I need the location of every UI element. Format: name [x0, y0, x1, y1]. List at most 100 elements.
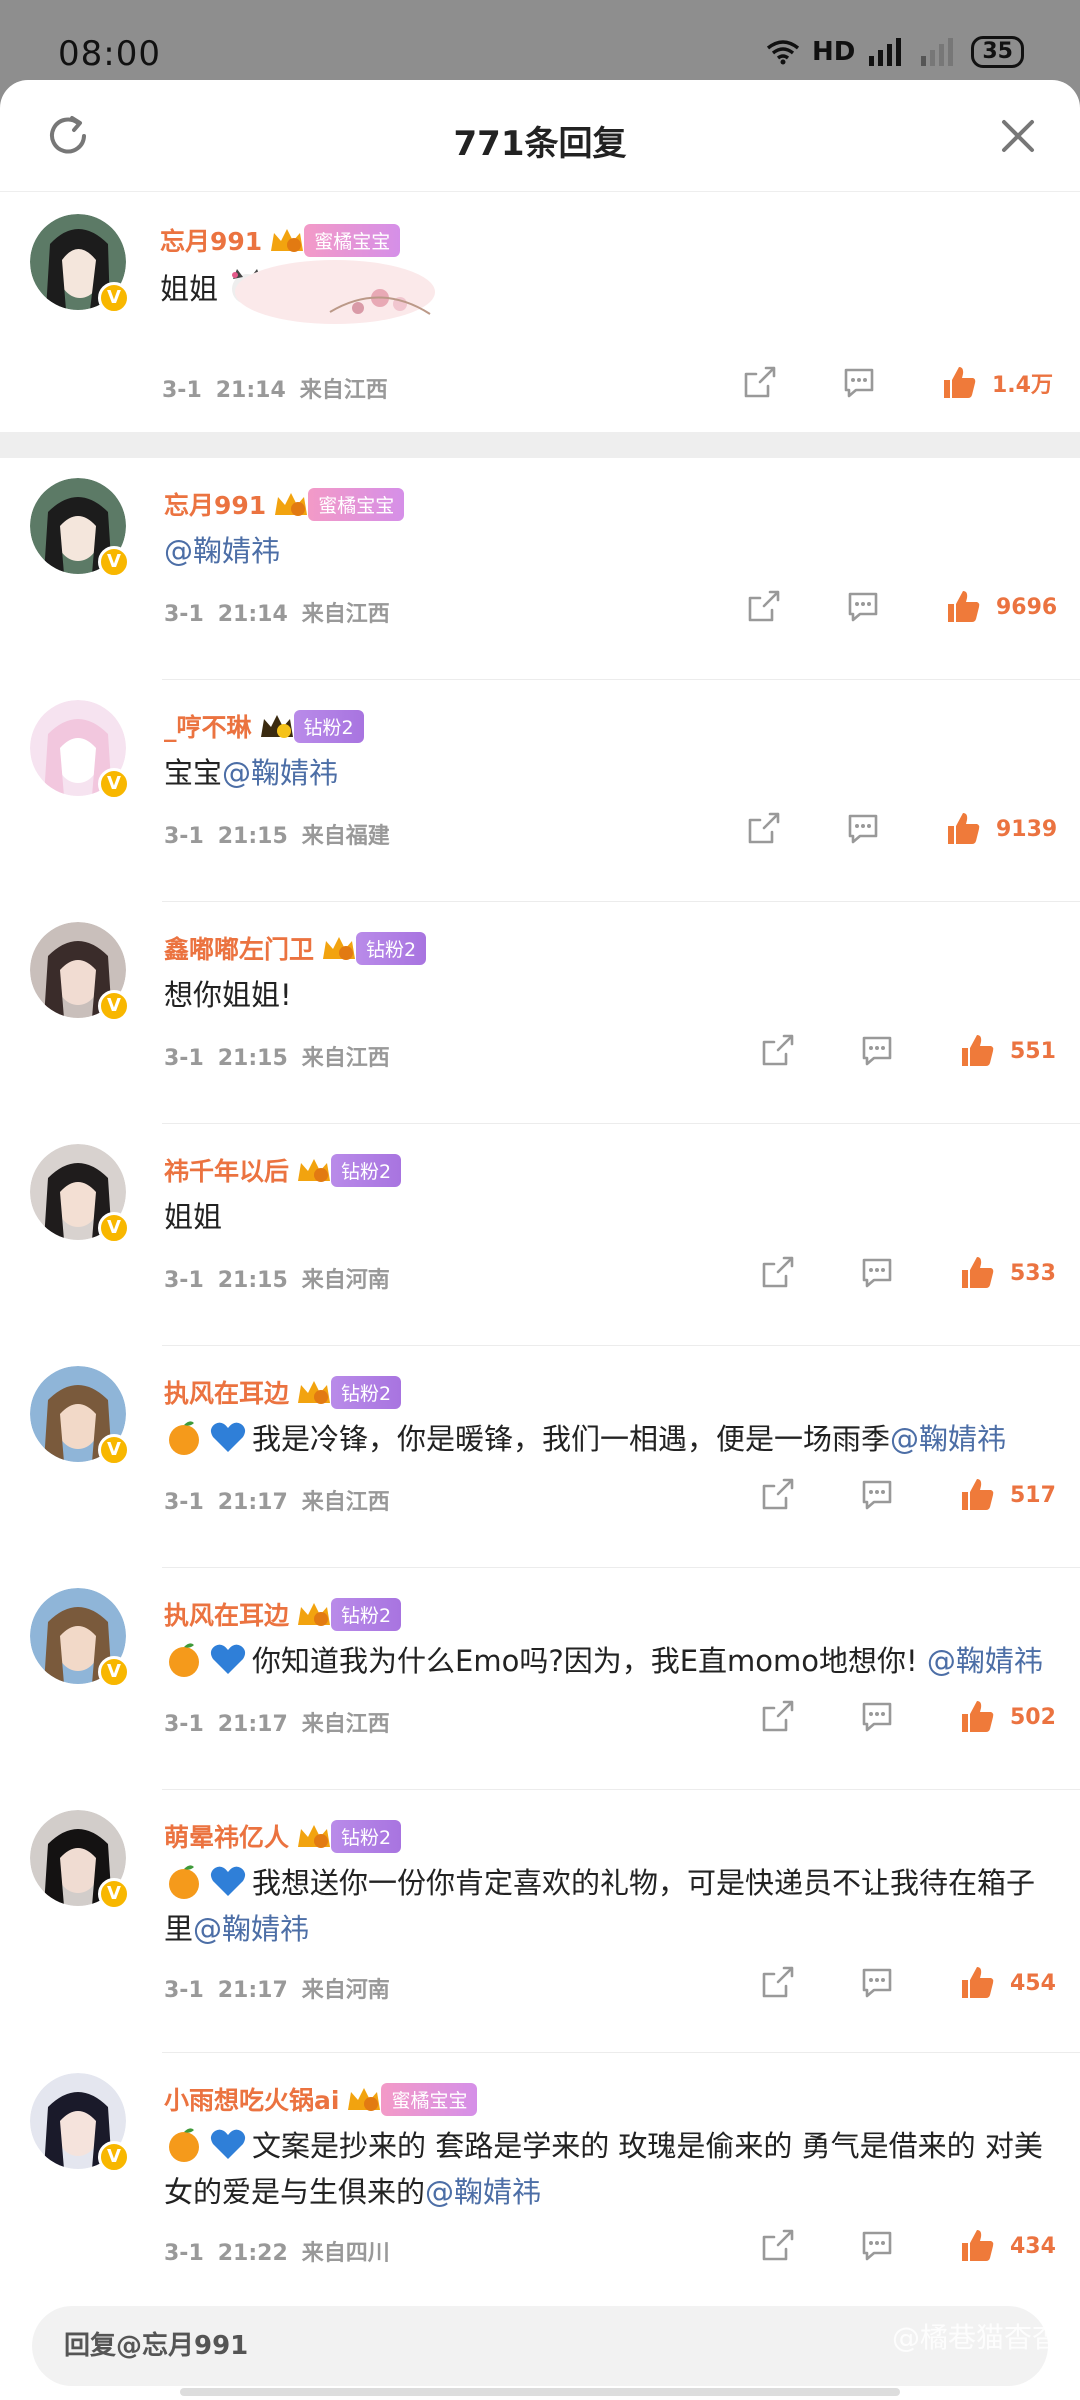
like-icon[interactable] — [940, 364, 978, 402]
comment-icon[interactable] — [858, 1964, 896, 2002]
username[interactable]: 祎千年以后 — [164, 1152, 289, 1188]
watermark: @橘巷猫杳杳 — [891, 2321, 1060, 2354]
avatar[interactable]: V — [30, 922, 130, 1022]
comment-icon[interactable] — [858, 1476, 896, 1514]
comment-icon[interactable] — [844, 810, 882, 848]
comment-actions: 502 — [758, 1698, 1056, 1736]
comment-actions: 9139 — [744, 810, 1057, 848]
like-count[interactable]: 454 — [1010, 1971, 1056, 1996]
fan-badge[interactable]: 钻粉2 — [293, 709, 364, 743]
avatar[interactable]: V — [30, 1366, 130, 1466]
mention-link[interactable]: @鞠婧祎 — [164, 534, 280, 568]
like-icon[interactable] — [958, 1964, 996, 2002]
fan-badge[interactable]: 钻粉2 — [331, 1375, 402, 1409]
avatar[interactable]: V — [30, 700, 130, 800]
avatar[interactable]: V — [30, 1810, 130, 1910]
comment-text-body: 我是冷锋，你是暖锋，我们一相遇，便是一场雨季 — [252, 1422, 891, 1456]
crown-icon — [298, 1603, 331, 1626]
crown-icon — [298, 1159, 331, 1182]
share-icon[interactable] — [740, 364, 778, 402]
mention-link[interactable]: @鞠婧祎 — [890, 1422, 1006, 1456]
home-indicator[interactable] — [180, 2388, 900, 2396]
username[interactable]: 执风在耳边 — [164, 1374, 289, 1410]
comment-icon[interactable] — [840, 364, 878, 402]
mention-link[interactable]: @鞠婧祎 — [425, 2175, 541, 2209]
verified-icon: V — [98, 990, 130, 1022]
username[interactable]: 执风在耳边 — [164, 1596, 289, 1632]
comment-text-body: 文案是抄来的 套路是学来的 玫瑰是偷来的 勇气是借来的 对美女的爱是与生俱来的 — [164, 2129, 1043, 2209]
close-icon[interactable] — [992, 110, 1044, 162]
share-icon[interactable] — [758, 1032, 796, 1070]
mention-link[interactable]: @鞠婧祎 — [927, 1644, 1043, 1678]
avatar[interactable]: V — [30, 1144, 130, 1244]
like-count[interactable]: 551 — [1010, 1039, 1056, 1064]
tangerine-emoji-icon — [169, 1421, 199, 1455]
avatar[interactable]: V — [30, 1588, 130, 1688]
fan-badge[interactable]: 钻粉2 — [331, 1597, 402, 1631]
share-icon[interactable] — [758, 1254, 796, 1292]
mention-link[interactable]: @鞠婧祎 — [193, 1912, 309, 1946]
username[interactable]: 忘月991 — [164, 486, 266, 522]
like-count[interactable]: 1.4万 — [992, 367, 1053, 399]
crown-icon — [348, 2088, 381, 2111]
share-icon[interactable] — [758, 2227, 796, 2265]
verified-icon: V — [98, 546, 130, 578]
comment-text-body: 宝宝 — [164, 756, 223, 790]
like-icon[interactable] — [944, 810, 982, 848]
username[interactable]: _哼不琳 — [164, 708, 252, 744]
verified-icon: V — [98, 768, 130, 800]
share-icon[interactable] — [758, 1964, 796, 2002]
like-count[interactable]: 533 — [1010, 1261, 1056, 1286]
comment-icon[interactable] — [858, 1032, 896, 1070]
mention-link[interactable]: @鞠婧祎 — [222, 756, 338, 790]
comment-icon[interactable] — [858, 1698, 896, 1736]
comment-actions: 533 — [758, 1254, 1056, 1292]
like-count[interactable]: 502 — [1010, 1705, 1056, 1730]
like-icon[interactable] — [958, 1032, 996, 1070]
verified-icon: V — [98, 2141, 130, 2173]
comment-date: 3-1 — [164, 1046, 204, 1071]
username[interactable]: 萌晕祎亿人 — [164, 1818, 289, 1854]
like-count[interactable]: 517 — [1010, 1483, 1056, 1508]
like-icon[interactable] — [958, 1254, 996, 1292]
like-count[interactable]: 9139 — [996, 817, 1057, 842]
fan-badge[interactable]: 钻粉2 — [356, 931, 427, 965]
name-row: 萌晕祎亿人 钻粉2 — [164, 1818, 402, 1854]
blue-heart-emoji-icon — [210, 1866, 246, 1896]
avatar[interactable]: V — [30, 478, 130, 578]
share-icon[interactable] — [744, 810, 782, 848]
avatar[interactable]: V — [30, 214, 130, 314]
sheet-title: 771条回复 — [453, 124, 627, 164]
fan-badge[interactable]: 钻粉2 — [331, 1153, 402, 1187]
like-icon[interactable] — [958, 1698, 996, 1736]
like-count[interactable]: 434 — [1010, 2234, 1056, 2259]
reply-item: V 鑫嘟嘟左门卫 钻粉2 想你姐姐! 3-1 21:15 来自江西 551 — [0, 902, 1080, 1124]
fan-badge[interactable]: 钻粉2 — [331, 1819, 402, 1853]
reply-item: V 祎千年以后 钻粉2 姐姐 3-1 21:15 来自河南 533 — [0, 1124, 1080, 1346]
username[interactable]: 小雨想吃火锅ai — [164, 2081, 339, 2117]
name-row: 执风在耳边 钻粉2 — [164, 1596, 402, 1632]
share-icon[interactable] — [758, 1698, 796, 1736]
comment-meta: 3-1 21:17 来自江西 — [164, 1706, 404, 1738]
comment-location: 来自江西 — [299, 378, 388, 403]
fan-badge[interactable]: 蜜橘宝宝 — [381, 2082, 478, 2116]
comment-location: 来自四川 — [301, 2241, 390, 2266]
comment-text-body: 想你姐姐! — [164, 978, 292, 1012]
comment-text-body: 姐姐 — [164, 1200, 223, 1234]
like-count[interactable]: 9696 — [996, 595, 1057, 620]
comment-actions: 434 — [758, 2227, 1056, 2265]
comment-icon[interactable] — [844, 588, 882, 626]
like-icon[interactable] — [944, 588, 982, 626]
comment-time: 21:15 — [217, 1268, 288, 1293]
share-icon[interactable] — [758, 1476, 796, 1514]
avatar[interactable]: V — [30, 2073, 130, 2173]
share-icon[interactable] — [744, 588, 782, 626]
comment-icon[interactable] — [858, 2227, 896, 2265]
username[interactable]: 鑫嘟嘟左门卫 — [164, 930, 314, 966]
like-icon[interactable] — [958, 1476, 996, 1514]
comment-time: 21:22 — [217, 2241, 288, 2266]
like-icon[interactable] — [958, 2227, 996, 2265]
comment-icon[interactable] — [858, 1254, 896, 1292]
fan-badge[interactable]: 蜜橘宝宝 — [308, 487, 405, 521]
comment-date: 3-1 — [164, 824, 204, 849]
